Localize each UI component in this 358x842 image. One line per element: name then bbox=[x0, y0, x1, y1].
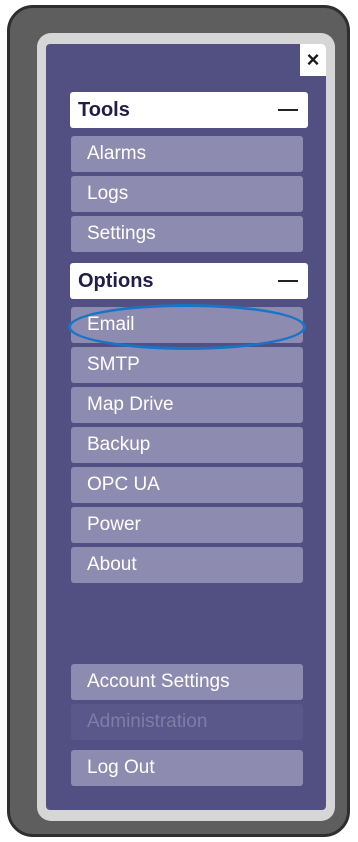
menu-item-about[interactable]: About bbox=[71, 547, 303, 583]
close-icon: × bbox=[306, 47, 320, 72]
menu-item-power[interactable]: Power bbox=[71, 507, 303, 543]
menu-item-settings[interactable]: Settings bbox=[71, 216, 303, 252]
menu-item-map-drive[interactable]: Map Drive bbox=[71, 387, 303, 423]
menu-item-log-out[interactable]: Log Out bbox=[71, 750, 303, 786]
tools-header-label: Tools bbox=[78, 98, 130, 121]
panel-frame: × Tools Alarms Logs Settings Options Ema… bbox=[37, 33, 335, 821]
menu-item-administration: Administration bbox=[71, 704, 303, 740]
tools-section-header[interactable]: Tools bbox=[70, 92, 308, 128]
collapse-icon[interactable] bbox=[278, 280, 298, 282]
device-frame: × Tools Alarms Logs Settings Options Ema… bbox=[7, 5, 350, 837]
options-header-label: Options bbox=[78, 269, 154, 292]
close-button[interactable]: × bbox=[300, 44, 326, 76]
menu-item-account-settings[interactable]: Account Settings bbox=[71, 664, 303, 700]
menu-item-alarms[interactable]: Alarms bbox=[71, 136, 303, 172]
collapse-icon[interactable] bbox=[278, 109, 298, 111]
options-section-header[interactable]: Options bbox=[70, 263, 308, 299]
menu-item-backup[interactable]: Backup bbox=[71, 427, 303, 463]
menu-item-smtp[interactable]: SMTP bbox=[71, 347, 303, 383]
menu-item-email[interactable]: Email bbox=[71, 307, 303, 343]
menu-item-opc-ua[interactable]: OPC UA bbox=[71, 467, 303, 503]
side-menu-panel: × Tools Alarms Logs Settings Options Ema… bbox=[46, 44, 326, 810]
menu-item-logs[interactable]: Logs bbox=[71, 176, 303, 212]
